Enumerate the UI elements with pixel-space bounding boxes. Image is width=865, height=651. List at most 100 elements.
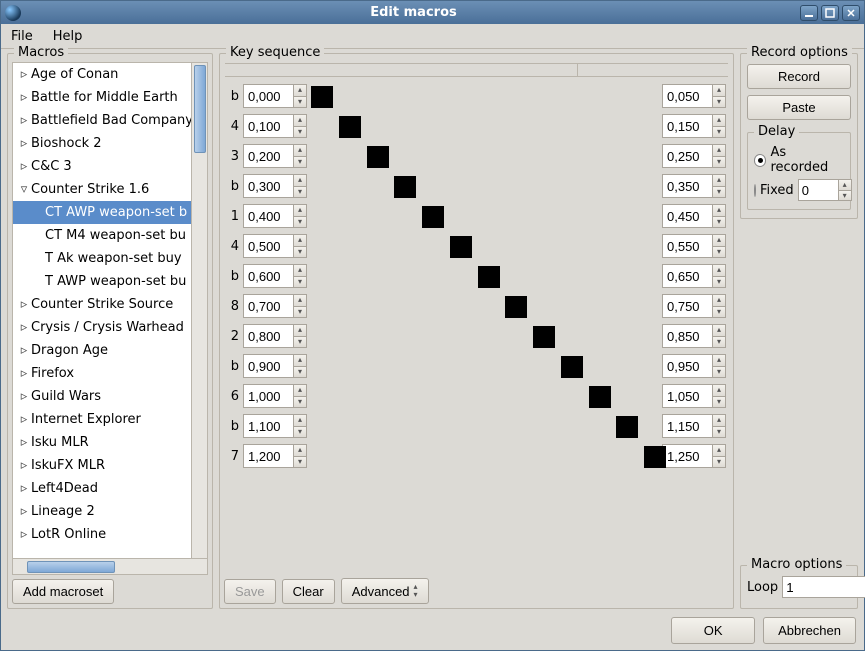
spin-up-icon[interactable]: ▴ [712, 354, 726, 366]
macros-tree[interactable]: ▹Age of Conan▹Battle for Middle Earth▹Ba… [12, 62, 208, 575]
spin-down-icon[interactable]: ▾ [293, 306, 307, 319]
spin-down-icon[interactable]: ▾ [712, 426, 726, 439]
spin-up-icon[interactable]: ▴ [838, 179, 852, 190]
tree-item[interactable]: ▹Isku MLR [13, 431, 207, 454]
start-time-spinner-input[interactable] [243, 414, 293, 438]
start-time-spinner[interactable]: ▴▾ [243, 204, 307, 228]
loop-input[interactable] [782, 576, 865, 598]
tree-item[interactable]: ▹IskuFX MLR [13, 454, 207, 477]
sequence-bar-track[interactable] [311, 234, 658, 258]
tree-item[interactable]: ▹Firefox [13, 362, 207, 385]
sequence-bar-track[interactable] [311, 414, 658, 438]
end-time-spinner[interactable]: ▴▾ [662, 294, 726, 318]
chevron-right-icon[interactable]: ▹ [17, 343, 31, 358]
tree-vertical-scrollbar[interactable] [191, 63, 207, 558]
spin-down-icon[interactable]: ▾ [712, 246, 726, 259]
start-time-spinner[interactable]: ▴▾ [243, 414, 307, 438]
spin-down-icon[interactable]: ▾ [293, 156, 307, 169]
tree-item[interactable]: ▹Dragon Age [13, 339, 207, 362]
chevron-right-icon[interactable]: ▹ [17, 90, 31, 105]
add-macroset-button[interactable]: Add macroset [12, 579, 114, 604]
menu-file[interactable]: File [7, 27, 37, 46]
tree-child-item[interactable]: CT M4 weapon-set bu [13, 224, 207, 247]
chevron-right-icon[interactable]: ▹ [17, 504, 31, 519]
chevron-right-icon[interactable]: ▹ [17, 297, 31, 312]
close-button[interactable] [842, 5, 860, 21]
end-time-spinner-input[interactable] [662, 324, 712, 348]
chevron-right-icon[interactable]: ▹ [17, 389, 31, 404]
end-time-spinner-input[interactable] [662, 144, 712, 168]
end-time-spinner-input[interactable] [662, 174, 712, 198]
spin-down-icon[interactable]: ▾ [293, 246, 307, 259]
maximize-button[interactable] [821, 5, 839, 21]
end-time-spinner[interactable]: ▴▾ [662, 324, 726, 348]
sequence-bar-track[interactable] [311, 144, 658, 168]
chevron-right-icon[interactable]: ▹ [17, 366, 31, 381]
spin-down-icon[interactable]: ▾ [712, 366, 726, 379]
chevron-right-icon[interactable]: ▹ [17, 113, 31, 128]
end-time-spinner[interactable]: ▴▾ [662, 444, 726, 468]
spin-down-icon[interactable]: ▾ [293, 456, 307, 469]
sequence-bar-track[interactable] [311, 294, 658, 318]
spin-down-icon[interactable]: ▾ [293, 426, 307, 439]
sequence-bar[interactable] [450, 236, 472, 258]
end-time-spinner[interactable]: ▴▾ [662, 144, 726, 168]
spin-up-icon[interactable]: ▴ [712, 174, 726, 186]
tree-item[interactable]: ▹Bioshock 2 [13, 132, 207, 155]
sequence-bar[interactable] [533, 326, 555, 348]
spin-up-icon[interactable]: ▴ [712, 264, 726, 276]
delay-as-recorded-radio[interactable]: As recorded [754, 143, 844, 177]
sequence-bar[interactable] [311, 86, 333, 108]
tree-item[interactable]: ▹LotR Online [13, 523, 207, 546]
start-time-spinner-input[interactable] [243, 354, 293, 378]
start-time-spinner[interactable]: ▴▾ [243, 294, 307, 318]
clear-button[interactable]: Clear [282, 579, 335, 604]
sequence-bar[interactable] [561, 356, 583, 378]
spin-up-icon[interactable]: ▴ [712, 234, 726, 246]
sequence-bar-track[interactable] [311, 84, 658, 108]
start-time-spinner[interactable]: ▴▾ [243, 324, 307, 348]
sequence-bar-track[interactable] [311, 324, 658, 348]
chevron-right-icon[interactable]: ▹ [17, 159, 31, 174]
chevron-right-icon[interactable]: ▹ [17, 435, 31, 450]
sequence-bar-track[interactable] [311, 204, 658, 228]
tree-child-item[interactable]: T AWP weapon-set bu [13, 270, 207, 293]
tree-item[interactable]: ▹Age of Conan [13, 63, 207, 86]
end-time-spinner-input[interactable] [662, 114, 712, 138]
spin-down-icon[interactable]: ▾ [712, 276, 726, 289]
sequence-bar-track[interactable] [311, 264, 658, 288]
spin-up-icon[interactable]: ▴ [293, 324, 307, 336]
spin-up-icon[interactable]: ▴ [293, 84, 307, 96]
start-time-spinner[interactable]: ▴▾ [243, 114, 307, 138]
end-time-spinner[interactable]: ▴▾ [662, 174, 726, 198]
sequence-bar-track[interactable] [311, 444, 658, 468]
end-time-spinner[interactable]: ▴▾ [662, 414, 726, 438]
sequence-bar[interactable] [616, 416, 638, 438]
spin-up-icon[interactable]: ▴ [293, 444, 307, 456]
start-time-spinner-input[interactable] [243, 144, 293, 168]
end-time-spinner-input[interactable] [662, 384, 712, 408]
end-time-spinner[interactable]: ▴▾ [662, 354, 726, 378]
menu-help[interactable]: Help [49, 27, 87, 46]
start-time-spinner[interactable]: ▴▾ [243, 444, 307, 468]
tree-item[interactable]: ▿Counter Strike 1.6 [13, 178, 207, 201]
start-time-spinner[interactable]: ▴▾ [243, 84, 307, 108]
tree-item[interactable]: ▹Battle for Middle Earth [13, 86, 207, 109]
sequence-bar-track[interactable] [311, 384, 658, 408]
spin-down-icon[interactable]: ▾ [293, 336, 307, 349]
tree-item[interactable]: ▹Lineage 2 [13, 500, 207, 523]
tree-child-item[interactable]: CT AWP weapon-set b [13, 201, 207, 224]
start-time-spinner-input[interactable] [243, 204, 293, 228]
start-time-spinner-input[interactable] [243, 174, 293, 198]
spin-down-icon[interactable]: ▾ [712, 186, 726, 199]
start-time-spinner[interactable]: ▴▾ [243, 384, 307, 408]
end-time-spinner-input[interactable] [662, 234, 712, 258]
end-time-spinner[interactable]: ▴▾ [662, 114, 726, 138]
spin-up-icon[interactable]: ▴ [712, 84, 726, 96]
end-time-spinner-input[interactable] [662, 354, 712, 378]
sequence-bar[interactable] [422, 206, 444, 228]
spin-down-icon[interactable]: ▾ [293, 276, 307, 289]
end-time-spinner[interactable]: ▴▾ [662, 234, 726, 258]
spin-down-icon[interactable]: ▾ [712, 156, 726, 169]
tree-child-item[interactable]: T Ak weapon-set buy [13, 247, 207, 270]
